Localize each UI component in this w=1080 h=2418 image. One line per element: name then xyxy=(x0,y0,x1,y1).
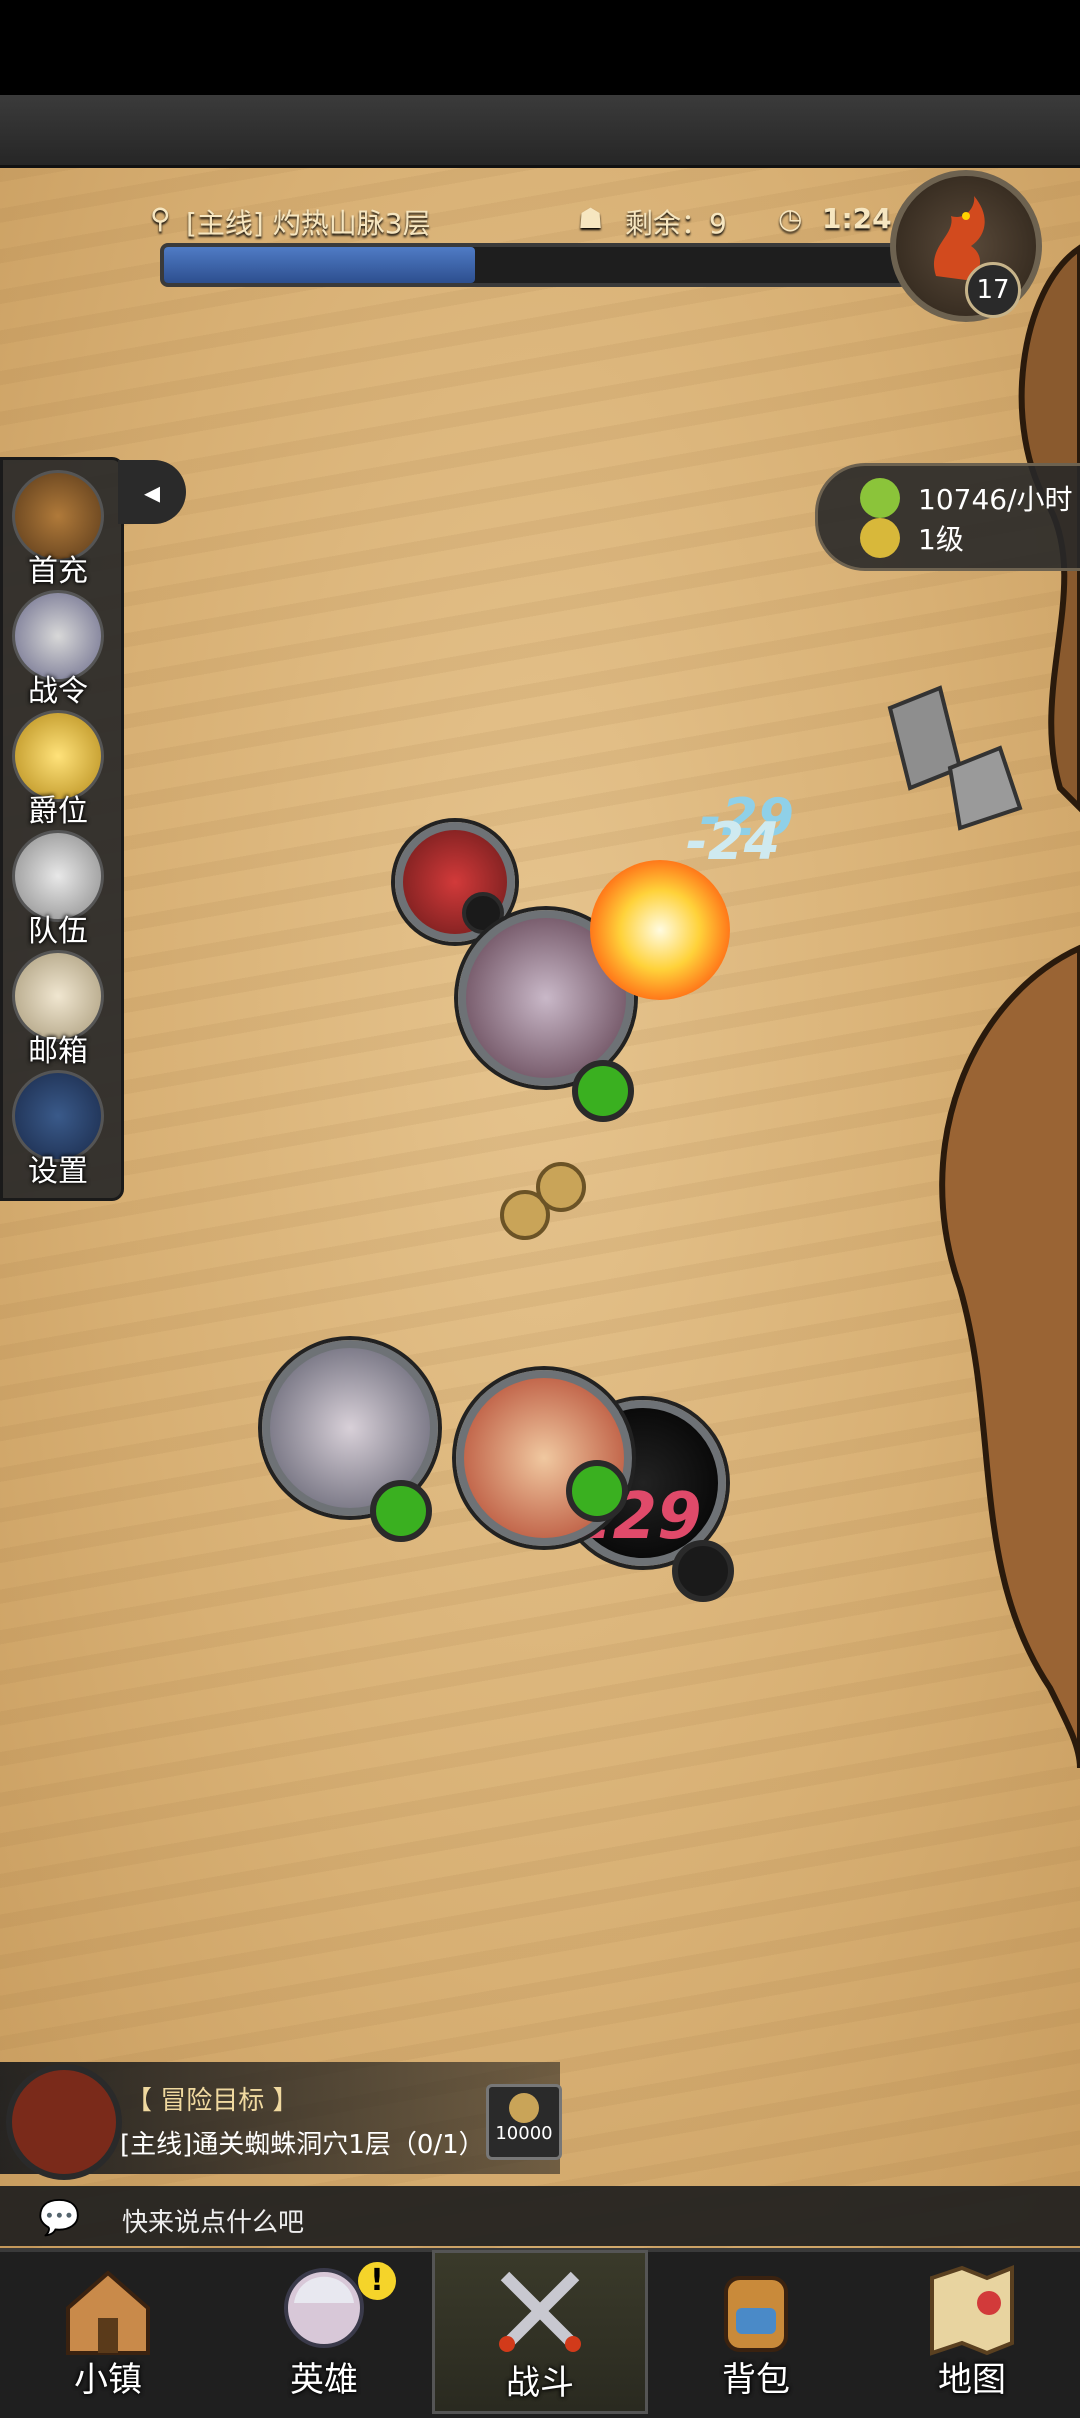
hero-alert-badge: ! xyxy=(358,2262,396,2300)
objective-title: 【 冒险目标 】 xyxy=(126,2086,299,2116)
top-frame xyxy=(0,95,1080,168)
crossed-swords-icon xyxy=(499,2271,581,2352)
menu-mail[interactable]: 邮箱 xyxy=(8,950,108,1069)
backpack-icon xyxy=(724,2276,788,2352)
collapse-menu-button[interactable]: ◂ xyxy=(118,460,186,524)
hero-health-dot xyxy=(370,1480,432,1542)
nav-label: 背包 xyxy=(722,2360,790,2400)
timer: 1:24 xyxy=(822,202,892,235)
quest-name: [主线] 灼热山脉3层 xyxy=(186,207,431,240)
nav-label: 战斗 xyxy=(506,2363,574,2403)
fire-explosion-effect xyxy=(590,860,730,1000)
rock-cliff xyxy=(887,244,1080,1769)
menu-label: 战令 xyxy=(28,674,88,709)
town-icon xyxy=(66,2270,150,2355)
menu-label: 队伍 xyxy=(28,914,88,949)
remaining-count: 剩余：9 xyxy=(625,207,727,240)
idle-income-panel[interactable]: 10746/小时 1级 xyxy=(815,463,1080,571)
menu-label: 邮箱 xyxy=(28,1034,88,1069)
nav-hero[interactable]: 英雄 xyxy=(216,2250,432,2414)
stage-progress-bar xyxy=(160,243,908,287)
nav-town[interactable]: 小镇 xyxy=(0,2250,216,2414)
boss-level-badge: 17 xyxy=(965,262,1021,318)
quest-book-icon xyxy=(6,2064,122,2180)
objective-reward[interactable]: 10000 xyxy=(486,2084,562,2160)
nav-label: 小镇 xyxy=(74,2360,142,2400)
enemy-head-icon: ☗ xyxy=(578,202,604,235)
enemy-health-dot xyxy=(572,1060,634,1122)
menu-first-recharge[interactable]: 首充 xyxy=(8,470,108,589)
menu-label: 设置 xyxy=(28,1154,88,1189)
menu-label: 爵位 xyxy=(28,794,88,829)
menu-battle-pass[interactable]: 战令 xyxy=(8,590,108,709)
hero-status-dot xyxy=(672,1540,734,1602)
damage-number: -24 xyxy=(686,812,780,872)
map-icon xyxy=(930,2265,1014,2356)
nav-map[interactable]: 地图 xyxy=(864,2250,1080,2414)
menu-rank[interactable]: 爵位 xyxy=(8,710,108,829)
menu-label: 首充 xyxy=(28,554,88,589)
gold-coin[interactable] xyxy=(536,1162,586,1212)
gold-coin-icon xyxy=(509,2093,539,2123)
nav-label: 英雄 xyxy=(290,2360,358,2400)
chat-bubble-icon: 💬 xyxy=(38,2198,81,2238)
location-pin-icon: ⚲ xyxy=(150,202,171,235)
menu-team[interactable]: 队伍 xyxy=(8,830,108,949)
stage-progress-fill xyxy=(164,247,475,283)
status-bar xyxy=(0,0,1080,95)
nav-backpack[interactable]: 背包 xyxy=(648,2250,864,2414)
menu-settings[interactable]: 设置 xyxy=(8,1070,108,1189)
hero-health-dot xyxy=(566,1460,628,1522)
clock-icon: ◷ xyxy=(778,202,803,235)
objective-description: [主线]通关蜘蛛洞穴1层（0/1） xyxy=(120,2130,485,2160)
nav-label: 地图 xyxy=(938,2360,1006,2400)
income-rate: 10746/小时 xyxy=(918,483,1073,516)
nav-battle[interactable]: 战斗 xyxy=(432,2250,648,2414)
chat-input[interactable]: 快来说点什么吧 xyxy=(122,2202,304,2239)
potion-icon xyxy=(860,478,900,518)
reward-amount: 10000 xyxy=(495,2123,553,2144)
armor-icon xyxy=(860,518,900,558)
income-level: 1级 xyxy=(918,523,964,556)
